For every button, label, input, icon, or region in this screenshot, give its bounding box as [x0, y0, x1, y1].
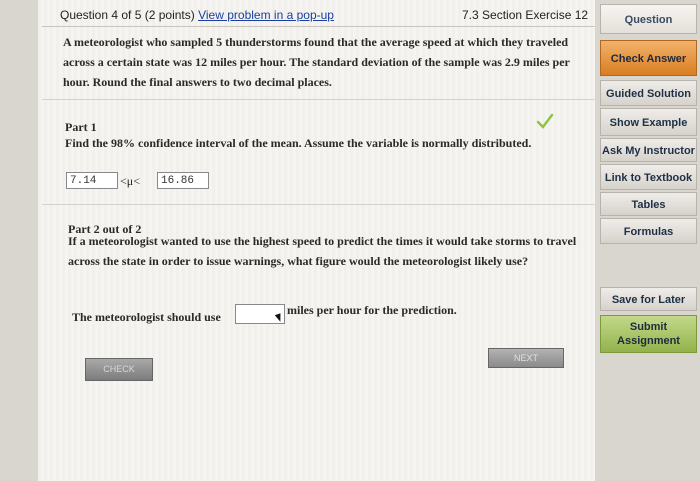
guided-solution-button[interactable]: Guided Solution [600, 80, 697, 106]
answer-prefix: The meteorologist should use [72, 310, 221, 324]
tables-button[interactable]: Tables [600, 192, 697, 216]
next-button[interactable]: NEXT [488, 348, 564, 368]
popup-link[interactable]: View problem in a pop-up [198, 8, 334, 22]
part2-question: If a meteorologist wanted to use the hig… [68, 234, 577, 268]
question-button[interactable]: Question [600, 4, 697, 34]
mu-symbol: <μ< [120, 174, 140, 188]
divider [42, 99, 595, 100]
check-button[interactable]: CHECK [85, 358, 153, 381]
ask-instructor-button[interactable]: Ask My Instructor [600, 138, 697, 162]
check-answer-button[interactable]: Check Answer [600, 40, 697, 76]
formulas-button[interactable]: Formulas [600, 218, 697, 244]
question-number: Question 4 of 5 (2 points) View problem … [60, 8, 334, 22]
lower-bound-input[interactable]: 7.14 [66, 172, 118, 189]
problem-statement: A meteorologist who sampled 5 thundersto… [63, 35, 570, 89]
divider [42, 204, 595, 205]
submit-assignment-button[interactable]: Submit Assignment [600, 315, 697, 353]
question-header: Question 4 of 5 (2 points) View problem … [60, 6, 595, 28]
part1-title: Part 1 [65, 120, 97, 134]
header-divider [42, 26, 595, 27]
show-example-button[interactable]: Show Example [600, 108, 697, 136]
answer-suffix: miles per hour for the prediction. [287, 303, 457, 317]
upper-bound-input[interactable]: 16.86 [157, 172, 209, 189]
link-textbook-button[interactable]: Link to Textbook [600, 164, 697, 190]
sidebar: Question Check Answer Guided Solution Sh… [596, 0, 700, 481]
section-title: 7.3 Section Exercise 12 [462, 8, 589, 22]
check-mark-icon [536, 113, 554, 129]
save-later-button[interactable]: Save for Later [600, 287, 697, 311]
part1-question: Find the 98% confidence interval of the … [65, 136, 532, 150]
